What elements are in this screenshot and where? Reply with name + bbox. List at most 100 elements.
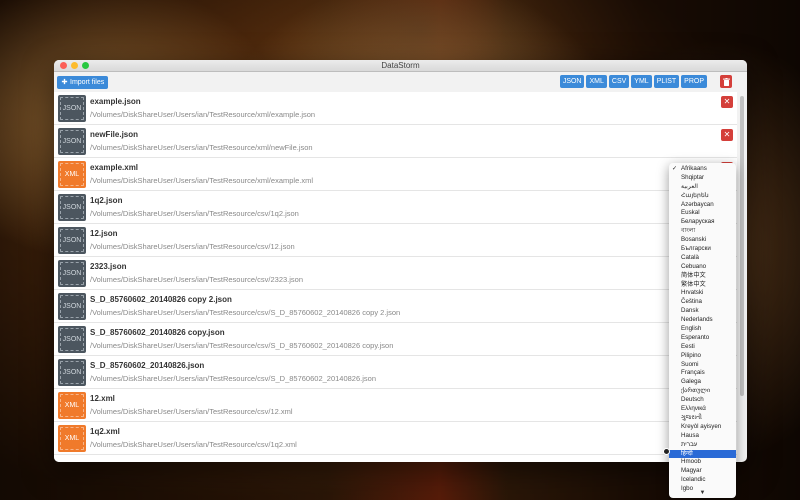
- language-menu-item[interactable]: Беларуская: [669, 218, 736, 227]
- file-path: /Volumes/DiskShareUser/Users/ian/TestRes…: [90, 373, 376, 383]
- language-menu-item[interactable]: Français: [669, 369, 736, 378]
- format-xml-button[interactable]: XML: [586, 75, 607, 88]
- language-menu-item[interactable]: Magyar: [669, 467, 736, 476]
- language-label: Беларуская: [681, 218, 715, 226]
- language-menu-item[interactable]: English: [669, 325, 736, 334]
- language-menu-item[interactable]: Kreyòl ayisyen: [669, 423, 736, 432]
- language-menu-item[interactable]: Català: [669, 254, 736, 263]
- language-menu-item[interactable]: Shqiptar: [669, 174, 736, 183]
- format-buttons: JSON XML CSV YML PLIST PROP: [559, 75, 707, 88]
- language-menu-item[interactable]: Български: [669, 245, 736, 254]
- language-menu-item[interactable]: ✓ Afrikaans: [669, 165, 736, 174]
- file-name: example.xml: [90, 162, 139, 172]
- language-label: עברית: [681, 440, 698, 448]
- title-bar: DataStorm: [54, 60, 747, 72]
- language-menu-item[interactable]: Bosanski: [669, 236, 736, 245]
- chevron-down-icon[interactable]: ▼: [669, 490, 736, 496]
- file-row[interactable]: JSON S_D_85760602_20140826 copy 2.json/V…: [54, 290, 737, 323]
- format-prop-button[interactable]: PROP: [681, 75, 707, 88]
- language-menu-item[interactable]: Nederlands: [669, 316, 736, 325]
- language-menu-item[interactable]: Hausa: [669, 432, 736, 441]
- mouse-cursor: [663, 448, 670, 455]
- file-name: example.json: [90, 96, 141, 106]
- file-row[interactable]: XML 12.xml/Volumes/DiskShareUser/Users/i…: [54, 389, 737, 422]
- language-menu-item[interactable]: বাংলা: [669, 227, 736, 236]
- language-menu-item[interactable]: Suomi: [669, 361, 736, 370]
- format-json-button[interactable]: JSON: [559, 75, 585, 88]
- maximize-window-button[interactable]: [82, 62, 89, 69]
- format-csv-button[interactable]: CSV: [608, 75, 630, 88]
- language-label: Pilipino: [681, 351, 701, 359]
- language-menu-item[interactable]: Dansk: [669, 307, 736, 316]
- language-dropdown-menu: ✓ Afrikaans Shqiptar العربية Հայերեն Azərbayc…: [669, 163, 736, 498]
- import-files-button[interactable]: Import files: [57, 75, 109, 89]
- file-row[interactable]: XML 1q2.xml/Volumes/DiskShareUser/Users/…: [54, 422, 737, 455]
- file-name: 2323.json: [90, 261, 127, 271]
- language-menu-item[interactable]: עברית: [669, 441, 736, 450]
- file-row[interactable]: JSON 1q2.json/Volumes/DiskShareUser/User…: [54, 191, 737, 224]
- file-row[interactable]: JSON S_D_85760602_20140826 copy.json/Vol…: [54, 323, 737, 356]
- language-menu-item[interactable]: Galega: [669, 378, 736, 387]
- language-menu-item[interactable]: Hmoob: [669, 458, 736, 467]
- language-menu-item[interactable]: Hrvatski: [669, 289, 736, 298]
- language-label: العربية: [681, 182, 698, 190]
- format-yml-button[interactable]: YML: [631, 75, 652, 88]
- language-menu-item[interactable]: Ελληνικά: [669, 405, 736, 414]
- delete-file-button[interactable]: ✕: [721, 96, 733, 108]
- language-menu-item[interactable]: Eesti: [669, 343, 736, 352]
- delete-all-button[interactable]: [720, 75, 732, 88]
- json-file-icon: JSON: [58, 127, 86, 155]
- file-name: 12.xml: [90, 393, 115, 403]
- language-label: Dansk: [681, 307, 699, 315]
- file-path: /Volumes/DiskShareUser/Users/ian/TestRes…: [90, 307, 401, 317]
- file-row[interactable]: XML example.xml/Volumes/DiskShareUser/Us…: [54, 158, 737, 191]
- language-menu-item[interactable]: Icelandic: [669, 476, 736, 485]
- language-menu-item[interactable]: Deutsch: [669, 396, 736, 405]
- file-path: /Volumes/DiskShareUser/Users/ian/TestRes…: [90, 208, 299, 218]
- close-icon: ✕: [723, 130, 731, 139]
- close-icon: ✕: [723, 97, 731, 106]
- file-path: /Volumes/DiskShareUser/Users/ian/TestRes…: [90, 274, 304, 284]
- language-menu-item[interactable]: Cebuano: [669, 263, 736, 272]
- scrollbar-thumb[interactable]: [740, 96, 744, 396]
- language-menu-item[interactable]: हिन्दी: [669, 449, 736, 459]
- file-list: JSON example.json/Volumes/DiskShareUser/…: [54, 92, 737, 462]
- window-title: DataStorm: [381, 61, 420, 70]
- language-menu-item[interactable]: Հայերեն: [669, 192, 736, 201]
- json-file-icon: JSON: [58, 226, 86, 254]
- close-window-button[interactable]: [60, 62, 67, 69]
- language-label: English: [681, 325, 702, 333]
- language-label: Shqiptar: [681, 173, 705, 181]
- delete-file-button[interactable]: ✕: [721, 129, 733, 141]
- file-row[interactable]: JSON 2323.json/Volumes/DiskShareUser/Use…: [54, 257, 737, 290]
- language-label: Català: [681, 253, 699, 261]
- language-menu-item[interactable]: Euskal: [669, 209, 736, 218]
- language-label: Azərbaycan: [681, 200, 714, 208]
- language-menu-item[interactable]: Esperanto: [669, 334, 736, 343]
- language-menu-item[interactable]: 繁体中文: [669, 281, 736, 290]
- file-row[interactable]: JSON newFile.json/Volumes/DiskShareUser/…: [54, 125, 737, 158]
- json-file-icon: JSON: [58, 259, 86, 287]
- format-plist-button[interactable]: PLIST: [653, 75, 680, 88]
- language-menu-item[interactable]: ქართული: [669, 387, 736, 396]
- trash-icon: [722, 73, 730, 91]
- language-label: Ελληνικά: [681, 405, 706, 413]
- language-menu-item[interactable]: Azərbaycan: [669, 201, 736, 210]
- language-menu-item[interactable]: ગુજરાતી: [669, 414, 736, 423]
- language-menu-item[interactable]: Pilipino: [669, 352, 736, 361]
- language-menu-item[interactable]: العربية: [669, 183, 736, 192]
- minimize-window-button[interactable]: [71, 62, 78, 69]
- file-row[interactable]: JSON S_D_85760602_20140826.json/Volumes/…: [54, 356, 737, 389]
- language-label: 简体中文: [681, 271, 706, 279]
- language-label: Kreyòl ayisyen: [681, 422, 722, 430]
- language-label: Icelandic: [681, 476, 706, 484]
- language-label: Galega: [681, 378, 701, 386]
- language-menu-item[interactable]: Čeština: [669, 298, 736, 307]
- file-path: /Volumes/DiskShareUser/Users/ian/TestRes…: [90, 175, 313, 185]
- file-row[interactable]: JSON example.json/Volumes/DiskShareUser/…: [54, 92, 737, 125]
- import-files-label: Import files: [70, 78, 105, 86]
- list-scrollbar[interactable]: [740, 96, 745, 396]
- file-row[interactable]: JSON 12.json/Volumes/DiskShareUser/Users…: [54, 224, 737, 257]
- language-label: Hausa: [681, 431, 699, 439]
- language-menu-item[interactable]: 简体中文: [669, 272, 736, 281]
